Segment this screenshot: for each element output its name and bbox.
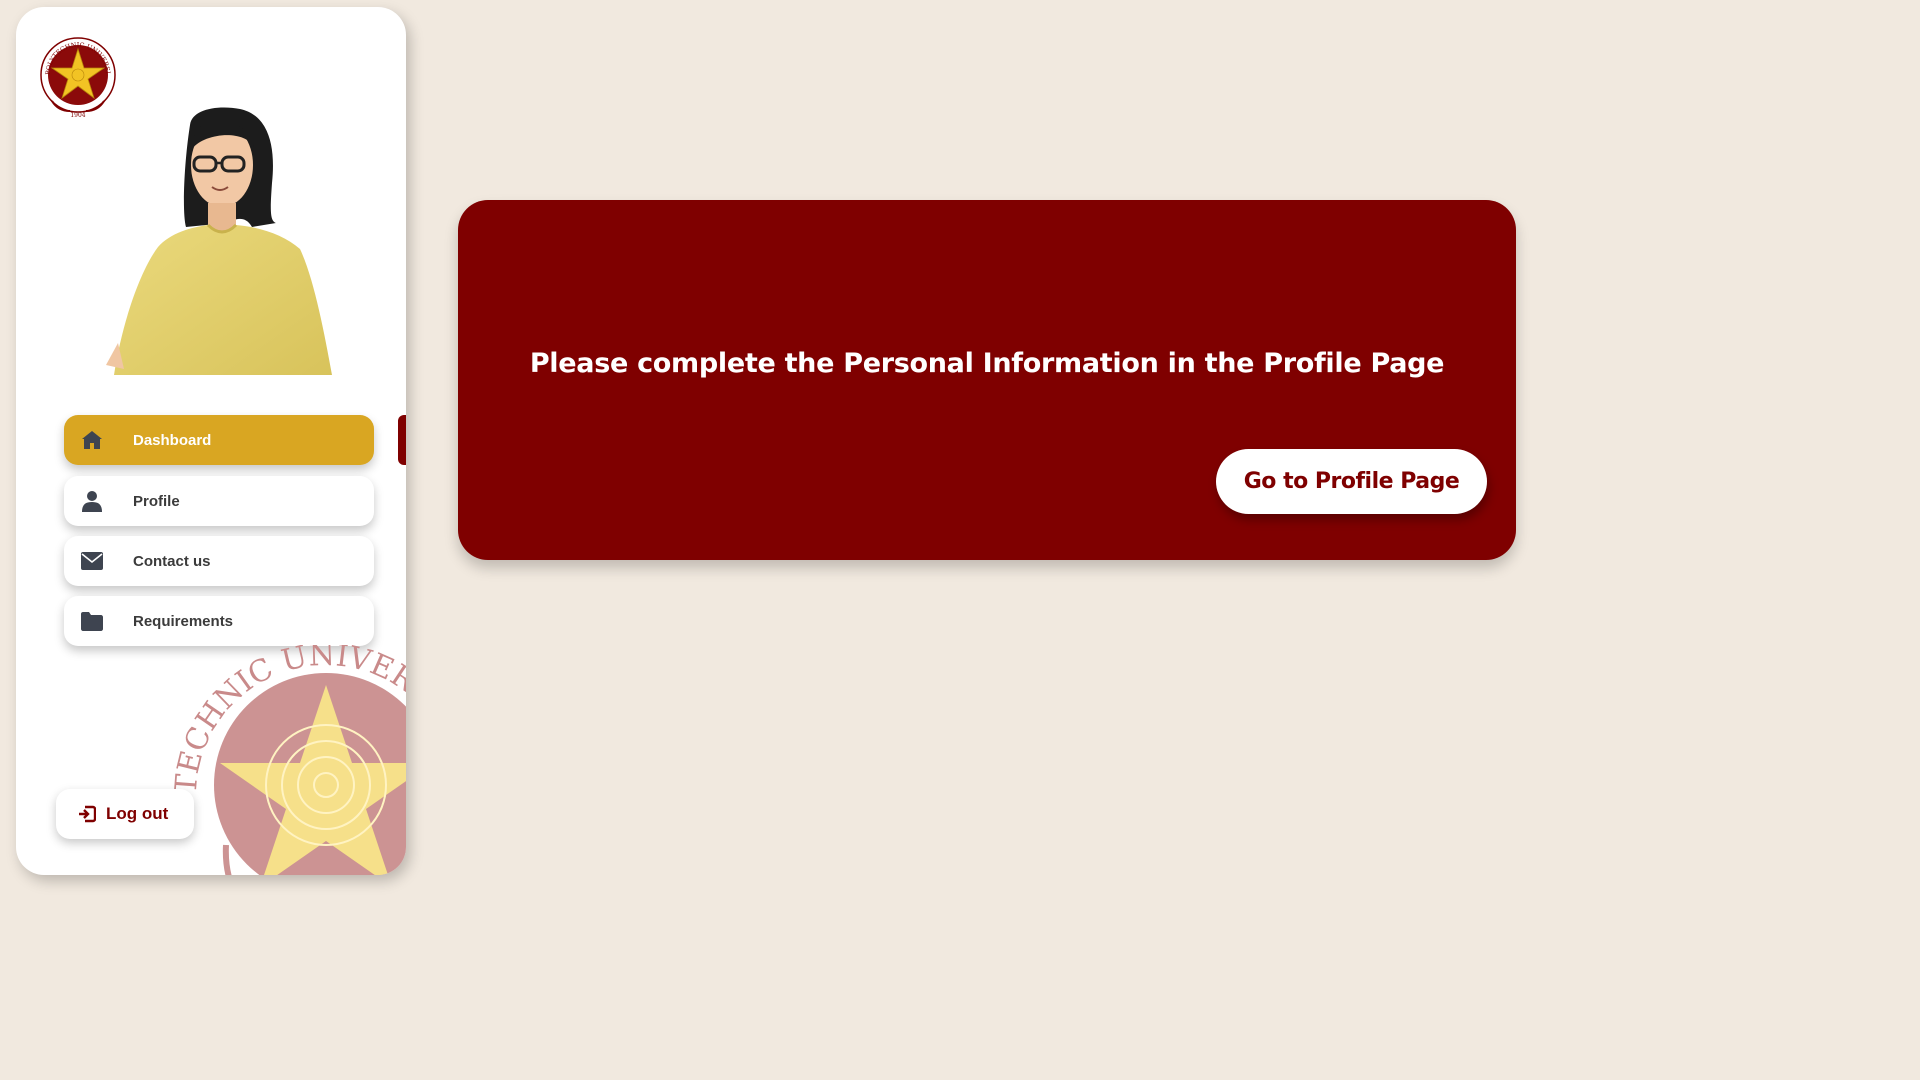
envelope-icon <box>80 549 104 573</box>
sidebar-item-label: Profile <box>133 492 180 510</box>
profile-reminder-card: Please complete the Personal Information… <box>458 200 1516 560</box>
logout-icon <box>78 805 96 823</box>
avatar <box>106 107 332 375</box>
logout-button[interactable]: Log out <box>56 789 194 839</box>
active-indicator <box>398 415 406 465</box>
logout-label: Log out <box>106 804 169 823</box>
university-seal-watermark: TECHNIC UNIVERSITY OF THE <box>166 645 406 875</box>
home-icon <box>80 428 104 452</box>
reminder-message: Please complete the Personal Information… <box>529 348 1445 379</box>
sidebar: POLYTECHNIC UNIVERSITY OF THE PHILIPPINE… <box>16 7 406 875</box>
sidebar-item-dashboard[interactable]: Dashboard <box>64 415 374 465</box>
sidebar-item-contact-us[interactable]: Contact us <box>64 536 374 586</box>
go-to-profile-button[interactable]: Go to Profile Page <box>1216 449 1487 514</box>
sidebar-item-label: Contact us <box>133 552 211 570</box>
user-icon <box>80 489 104 513</box>
sidebar-item-label: Dashboard <box>133 431 212 449</box>
folder-icon <box>80 609 104 633</box>
logo-year: 1904 <box>70 112 85 119</box>
sidebar-item-profile[interactable]: Profile <box>64 476 374 526</box>
sidebar-item-requirements[interactable]: Requirements <box>64 596 374 646</box>
sidebar-item-label: Requirements <box>133 612 234 630</box>
